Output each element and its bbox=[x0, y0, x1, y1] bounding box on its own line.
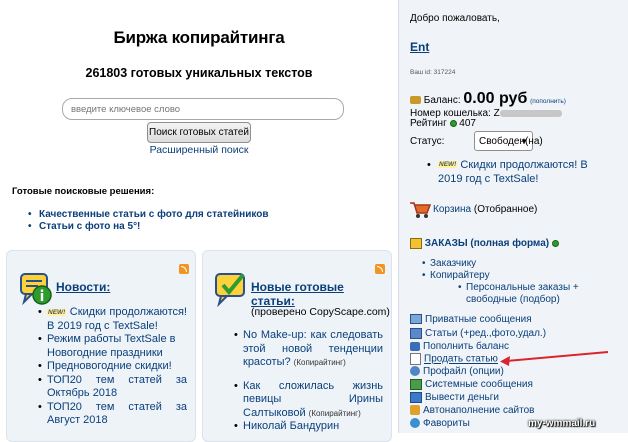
cart-link[interactable]: Корзина (Отобранное) bbox=[433, 204, 537, 216]
help-icon[interactable] bbox=[551, 240, 559, 247]
ready-solution-link[interactable]: Статьи с фото на 5°! bbox=[28, 221, 269, 233]
new-articles-title[interactable]: Новые готовые статьи: bbox=[251, 280, 391, 308]
articles-link[interactable]: Статьи (+ред.,фото,удал.) bbox=[410, 328, 546, 340]
new-badge: NEW! bbox=[438, 161, 458, 168]
balance-value: 0.00 руб bbox=[463, 90, 528, 107]
copywriter-link[interactable]: • Копирайтеру bbox=[422, 270, 490, 282]
orders-link[interactable]: ЗАКАЗЫ (полная форма) bbox=[410, 238, 559, 250]
advanced-search-link[interactable]: Расширенный поиск bbox=[0, 144, 398, 156]
favorites-icon bbox=[410, 418, 420, 429]
article-item[interactable]: • Как сложилась жизнь певицы Ирины Салтык… bbox=[234, 380, 383, 421]
topup-balance-link[interactable]: Пополнить баланс bbox=[410, 341, 509, 353]
ready-solutions-list: Качественные статьи с фото для статейник… bbox=[28, 209, 269, 233]
withdraw-link[interactable]: Вывести деньги bbox=[410, 392, 499, 404]
article-item[interactable]: • No Make-up: как следовать этой новой те… bbox=[234, 329, 383, 370]
profile-link[interactable]: Профайл (опции) bbox=[410, 366, 504, 378]
chevron-down-icon: ▼ bbox=[520, 137, 528, 146]
red-arrow-annotation bbox=[500, 351, 609, 366]
rss-icon[interactable] bbox=[375, 264, 385, 274]
private-messages-link[interactable]: Приватные сообщения bbox=[410, 314, 532, 326]
main-content: Биржа копирайтинга 261803 готовых уникал… bbox=[0, 0, 398, 442]
news-item[interactable]: • ТОП20 тем статей за Август 2018 bbox=[38, 401, 187, 428]
article-icon bbox=[410, 328, 422, 339]
news-title[interactable]: Новости: bbox=[56, 280, 110, 294]
news-item[interactable]: • Режим работы TextSale в Новогодние праз… bbox=[38, 333, 187, 360]
texts-count: 261803 готовых уникальных текстов bbox=[85, 66, 313, 80]
personal-orders-link[interactable]: • Персональные заказы + свободные (подбор… bbox=[458, 282, 616, 306]
balance-label: Баланс: bbox=[423, 95, 461, 106]
sidebar-news: • NEW! Скидки продолжаются! В 2019 год с… bbox=[427, 158, 614, 186]
copyscape-note: (проверено CopyScape.com) bbox=[251, 306, 390, 318]
article-item[interactable]: • Николай Бандурин bbox=[234, 420, 383, 434]
new-badge: NEW! bbox=[47, 309, 67, 316]
news-item[interactable]: • Предновогодние скидки! bbox=[38, 360, 187, 374]
news-panel: Новости: • NEW! Скидки продолжаются! В 2… bbox=[6, 250, 196, 442]
articles-list: • No Make-up: как следовать этой новой те… bbox=[234, 329, 383, 434]
system-icon bbox=[410, 379, 422, 390]
search-button[interactable]: Поиск готовых статей bbox=[147, 122, 251, 143]
page-title: Биржа копирайтинга bbox=[113, 28, 285, 47]
rss-icon[interactable] bbox=[179, 264, 189, 274]
customer-link[interactable]: • Заказчику bbox=[422, 258, 476, 270]
username-link[interactable]: Ent bbox=[410, 40, 429, 54]
rating-row: Рейтинг 407 bbox=[410, 118, 476, 129]
news-icon bbox=[20, 273, 52, 306]
topup-small-link[interactable]: (пополнить) bbox=[530, 98, 566, 105]
profile-icon bbox=[410, 366, 420, 377]
sidebar-news-item[interactable]: • NEW! Скидки продолжаются! В 2019 год с… bbox=[427, 158, 614, 186]
wallet-icon bbox=[410, 341, 420, 351]
checklist-icon bbox=[215, 273, 245, 307]
orders-icon bbox=[410, 238, 422, 249]
rating-label: Рейтинг bbox=[410, 118, 447, 129]
news-item[interactable]: • NEW! Скидки продолжаются! В 2019 год с… bbox=[38, 306, 187, 333]
favorites-link[interactable]: Фавориты bbox=[410, 418, 470, 430]
ready-solution-link[interactable]: Качественные статьи с фото для статейник… bbox=[28, 209, 269, 221]
autofill-icon bbox=[410, 405, 420, 416]
cart-icon bbox=[410, 202, 431, 218]
autofill-link[interactable]: Автонаполнение сайтов bbox=[410, 405, 535, 417]
news-list: • NEW! Скидки продолжаются! В 2019 год с… bbox=[38, 306, 187, 428]
welcome-text: Добро пожаловать, bbox=[410, 13, 500, 24]
rating-value: 407 bbox=[459, 118, 476, 129]
watermark: my-wmmail.ru bbox=[528, 418, 596, 429]
news-item[interactable]: • ТОП20 тем статей за Октябрь 2018 bbox=[38, 374, 187, 401]
rating-icon bbox=[449, 119, 457, 127]
article-tag: (Копирайтинг) bbox=[293, 358, 346, 367]
user-id: Ваш id: 317224 bbox=[410, 69, 456, 76]
ready-solutions-heading: Готовые поисковые решения: bbox=[12, 186, 155, 197]
balance-row: Баланс: 0.00 руб (пополнить) bbox=[410, 90, 566, 107]
new-articles-panel: Новые готовые статьи: (проверено CopySca… bbox=[202, 250, 392, 442]
status-label: Статус: bbox=[410, 136, 445, 147]
wallet-number-blurred bbox=[499, 109, 562, 117]
system-messages-link[interactable]: Системные сообщения bbox=[410, 379, 533, 391]
sell-article-link[interactable]: Продать статью bbox=[410, 353, 498, 366]
sell-icon bbox=[410, 353, 421, 365]
search-input[interactable] bbox=[62, 98, 344, 120]
withdraw-icon bbox=[410, 392, 422, 403]
status-select[interactable]: Свободен(на) ▼ bbox=[474, 131, 543, 151]
message-icon bbox=[410, 314, 422, 325]
money-icon bbox=[410, 96, 421, 105]
article-tag: (Копирайтинг) bbox=[308, 408, 361, 418]
